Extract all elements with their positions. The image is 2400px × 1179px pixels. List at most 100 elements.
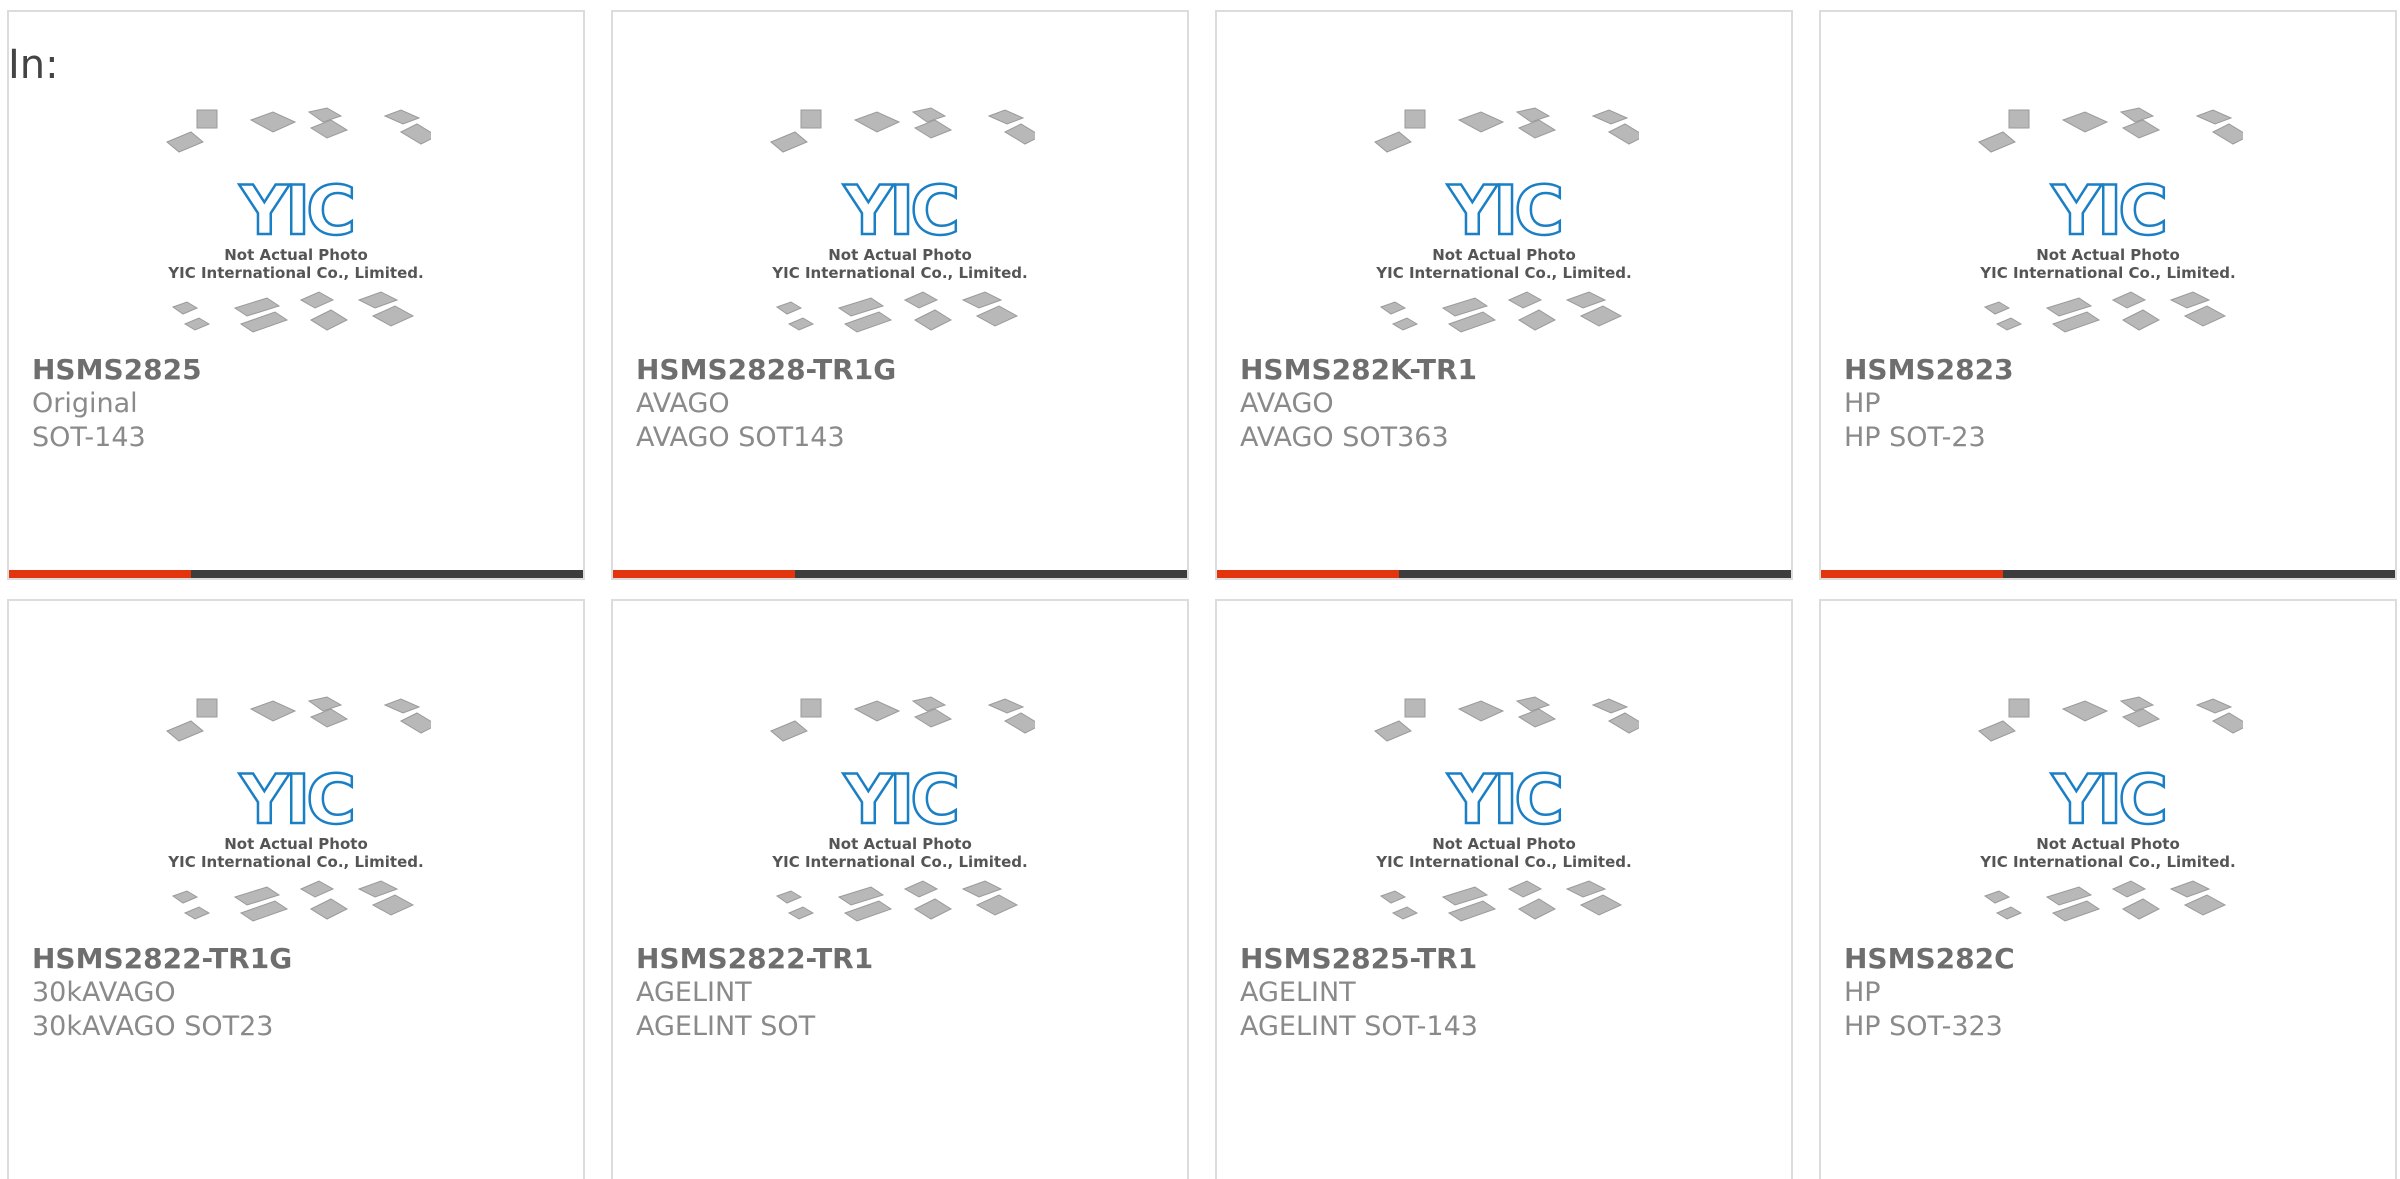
chip-package-icon [853,111,901,133]
chip-package-icon [183,317,211,331]
product-card[interactable]: YIC Not Actual Photo YIC International Co.… [7,599,585,1179]
product-part-number[interactable]: HSMS2825 [32,352,572,387]
placeholder-caption-1: Not Actual Photo [224,246,368,264]
chip-package-icon [1391,906,1419,920]
product-info: HSMS2825-TR1 AGELINT AGELINT SOT-143 [1240,941,1780,1044]
product-part-number[interactable]: HSMS282K-TR1 [1240,352,1780,387]
chip-package-icon [1579,894,1623,916]
chip-package-icon [775,301,803,315]
chip-package-icon [171,301,199,315]
chip-package-icon [249,700,297,722]
chip-package-icon [975,894,1019,916]
chip-package-icon [1404,698,1426,718]
product-card[interactable]: YIC Not Actual Photo YIC International Co.… [1215,599,1793,1179]
product-part-number[interactable]: HSMS282C [1844,941,2384,976]
placeholder-graphic: YICNot Actual PhotoYIC International Co.… [770,696,1035,922]
product-package: AVAGO SOT363 [1240,422,1449,453]
chip-package-icon [2111,880,2147,898]
card-footer-accent [613,570,795,578]
chip-package-icon [309,708,349,728]
product-image-placeholder: YIC Not Actual Photo YIC International Co.… [1973,691,2243,941]
placeholder-caption-2: YIC International Co., Limited. [1979,264,2235,282]
chip-package-icon [166,131,204,153]
placeholder-caption-1: Not Actual Photo [2036,835,2180,853]
chip-package-icon [2169,880,2211,898]
chip-package-icon [2121,119,2161,139]
chip-package-icon [1003,123,1035,145]
product-part-number[interactable]: HSMS2825-TR1 [1240,941,1780,976]
chip-package-icon [2169,291,2211,309]
chip-package-icon [2183,305,2227,327]
placeholder-caption-2: YIC International Co., Limited. [1979,853,2235,871]
product-part-number[interactable]: HSMS2822-TR1G [32,941,572,976]
placeholder-caption-1: Not Actual Photo [828,835,972,853]
chip-package-icon [1507,291,1543,309]
product-package: AGELINT SOT-143 [1240,1011,1478,1042]
yic-logo: YIC [239,761,353,840]
product-image-placeholder: YIC Not Actual Photo YIC International Co.… [765,691,1035,941]
card-footer-accent [1217,570,1399,578]
chip-package-icon [903,880,939,898]
chip-package-icon [2119,107,2155,123]
product-card[interactable]: YIC Not Actual Photo YIC International Co.… [611,599,1189,1179]
chip-package-icon [2183,894,2227,916]
chip-package-icon [913,119,953,139]
product-part-number[interactable]: HSMS2822-TR1 [636,941,1176,976]
product-info: HSMS282C HP HP SOT-323 [1844,941,2384,1044]
chip-package-icon [911,107,947,123]
placeholder-graphic: YICNot Actual PhotoYIC International Co.… [770,107,1035,333]
chip-package-icon [2121,309,2161,331]
chip-package-icon [2061,700,2109,722]
chip-package-icon [371,894,415,916]
chip-package-icon [1457,111,1505,133]
placeholder-caption-1: Not Actual Photo [2036,246,2180,264]
product-card[interactable]: YIC Not Actual Photo YIC International Co.… [1819,599,2397,1179]
placeholder-graphic: YICNot Actual PhotoYIC International Co.… [166,696,431,922]
product-card[interactable]: YIC Not Actual Photo YIC International Co.… [1819,10,2397,580]
chip-package-icon [307,696,343,712]
chip-package-icon [1591,109,1629,125]
product-card[interactable]: YIC Not Actual Photo YIC International Co.… [1215,10,1793,580]
chip-package-icon [2195,698,2233,714]
chip-package-icon [2008,109,2030,129]
product-card[interactable]: YIC Not Actual Photo YIC International Co.… [611,10,1189,580]
chip-package-icon [1591,698,1629,714]
chip-package-icon [1607,712,1639,734]
chip-package-icon [183,906,211,920]
chip-package-icon [787,906,815,920]
product-image-placeholder: YIC Not Actual Photo YIC International Co.… [161,691,431,941]
chip-package-icon [1515,696,1551,712]
yic-logo: YIC [843,172,957,251]
yic-logo: YIC [239,172,353,251]
chip-package-icon [1517,708,1557,728]
product-image-placeholder: YIC Not Actual Photo YIC International Co.… [1973,102,2243,352]
product-image-placeholder: YIC Not Actual Photo YIC International Co.… [1369,102,1639,352]
chip-package-icon [1995,317,2023,331]
chip-package-icon [171,890,199,904]
product-package: HP SOT-23 [1844,422,1986,453]
chip-package-icon [1404,109,1426,129]
chip-package-icon [987,109,1025,125]
card-footer-bar [9,570,583,578]
chip-package-icon [1379,890,1407,904]
product-card[interactable]: YIC Not Actual Photo YIC International Co.… [7,10,585,580]
placeholder-caption-2: YIC International Co., Limited. [771,853,1027,871]
product-package: SOT-143 [32,422,146,453]
chip-package-icon [2061,111,2109,133]
product-brand: AGELINT [1240,977,1356,1008]
chip-package-icon [1374,131,1412,153]
placeholder-caption-1: Not Actual Photo [1432,835,1576,853]
chip-package-icon [913,708,953,728]
chip-package-icon [903,291,939,309]
chip-package-icon [1374,720,1412,742]
chip-package-icon [383,109,421,125]
product-part-number[interactable]: HSMS2823 [1844,352,2384,387]
placeholder-caption-1: Not Actual Photo [224,835,368,853]
product-part-number[interactable]: HSMS2828-TR1G [636,352,1176,387]
chip-package-icon [961,291,1003,309]
placeholder-graphic: YICNot Actual PhotoYIC International Co.… [1978,696,2243,922]
chip-package-icon [775,890,803,904]
chip-package-icon [2119,696,2155,712]
product-info: HSMS2828-TR1G AVAGO AVAGO SOT143 [636,352,1176,455]
chip-package-icon [2121,708,2161,728]
